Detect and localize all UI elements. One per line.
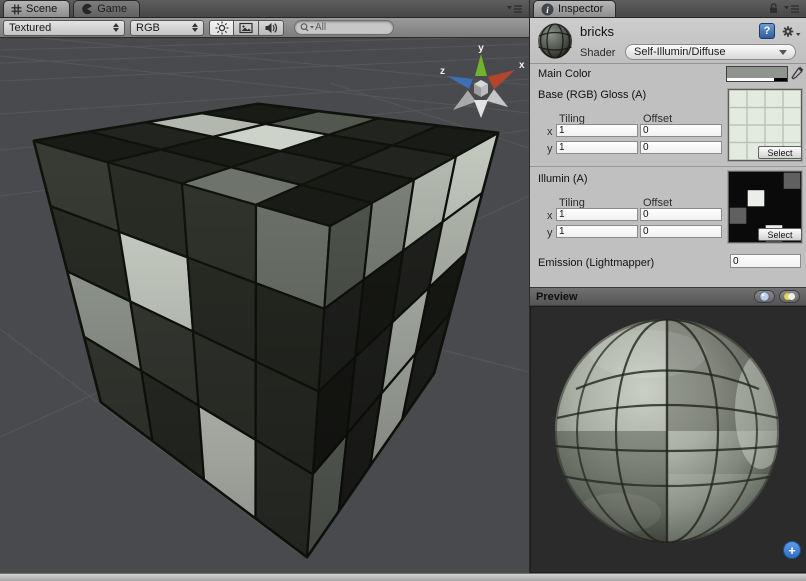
tab-game[interactable]: Game [73,0,140,17]
material-preview-sphere[interactable] [531,307,806,572]
scene-render[interactable]: y x z [0,38,529,573]
draw-mode-value: Textured [9,22,51,34]
settings-button[interactable] [780,24,802,39]
game-icon [81,3,93,15]
illumin-tiling-x-input[interactable] [556,208,638,221]
preview-lighting-button[interactable] [779,290,800,303]
eyedropper-icon[interactable] [791,65,805,81]
inspector-content: bricks Shader Self-Illumin/Diffuse ? [530,18,806,573]
axis-z-label: z [440,66,445,77]
tab-inspector[interactable]: i Inspector [533,0,616,17]
illumin-texture-label: Illumin (A) [538,173,588,185]
tab-scene-label: Scene [26,3,57,15]
audio-toggle-button[interactable] [259,20,284,36]
illumin-x-row-label: x [547,210,553,222]
main-color-swatch[interactable] [726,66,788,82]
base-texture-select-button[interactable]: Select [758,146,802,159]
search-icon [299,22,315,33]
statusbar [0,573,806,581]
panel-menu-icon[interactable] [507,4,523,14]
scene-search-field[interactable] [294,20,394,35]
scene-viewport[interactable]: y x z [0,38,529,573]
scene-panel: Scene Game Textured RGB [0,0,529,573]
emission-label: Emission (Lightmapper) [538,257,654,269]
shader-value: Self-Illumin/Diffuse [634,46,726,58]
illumin-offset-y-input[interactable] [640,225,722,238]
gear-icon [783,26,801,37]
inspector-tabbar: i Inspector [530,0,806,18]
preview-header[interactable]: Preview [530,287,806,306]
preview-add-button[interactable]: + [783,541,801,559]
material-name: bricks [580,24,614,39]
speaker-icon [264,22,278,34]
main-color-label: Main Color [538,68,591,80]
emission-input[interactable] [730,254,801,268]
lights-icon [783,291,796,302]
axis-x-label: x [519,60,525,71]
updown-arrows-icon [187,23,198,32]
axis-y-label: y [478,43,484,54]
base-texture-label: Base (RGB) Gloss (A) [538,89,646,101]
color-mode-dropdown[interactable]: RGB [130,20,204,36]
draw-mode-dropdown[interactable]: Textured [3,20,125,36]
updown-arrows-icon [108,23,119,32]
scene-search-input[interactable] [315,22,377,33]
base-offset-x-input[interactable] [640,124,722,137]
help-icon: ? [764,25,771,37]
material-header: bricks Shader Self-Illumin/Diffuse ? [530,18,806,64]
lighting-toggle-button[interactable] [209,20,234,36]
select-button-label: Select [767,230,792,240]
main-color-alpha-bar [727,78,787,81]
select-button-label: Select [767,148,792,158]
illumin-offset-x-input[interactable] [640,208,722,221]
preview-mesh-button[interactable] [754,290,775,303]
preview-area[interactable]: + [530,306,806,573]
preview-title: Preview [536,291,578,303]
shader-dropdown[interactable]: Self-Illumin/Diffuse [625,44,796,60]
chevron-down-icon [779,50,787,55]
base-y-row-label: y [547,143,553,155]
skybox-toggle-button[interactable] [234,20,259,36]
base-offset-y-input[interactable] [640,141,722,154]
lock-icon[interactable] [767,2,780,15]
image-icon [239,22,253,34]
shader-label: Shader [580,47,615,59]
base-tiling-y-input[interactable] [556,141,638,154]
scene-toolbar: Textured RGB [0,18,529,38]
info-icon: i [541,3,554,16]
help-button[interactable]: ? [759,23,775,39]
illumin-y-row-label: y [547,227,553,239]
sphere-icon [759,291,770,302]
illumin-tiling-y-input[interactable] [556,225,638,238]
scene-toggle-group [209,20,284,36]
base-tiling-x-input[interactable] [556,124,638,137]
inspector-panel: i Inspector [529,0,806,573]
base-x-row-label: x [547,126,553,138]
color-mode-value: RGB [136,22,160,34]
section-divider [530,166,806,167]
material-thumbnail-sphere [536,22,574,60]
plus-icon: + [788,543,796,558]
main-color-value [727,67,787,78]
scene-tabbar: Scene Game [0,0,529,18]
tab-scene[interactable]: Scene [3,0,70,17]
sun-icon [215,21,229,35]
grid-icon [11,4,22,15]
panel-menu-icon[interactable] [784,4,800,14]
tab-inspector-label: Inspector [558,3,603,15]
illumin-texture-select-button[interactable]: Select [758,228,802,241]
tab-game-label: Game [97,3,127,15]
